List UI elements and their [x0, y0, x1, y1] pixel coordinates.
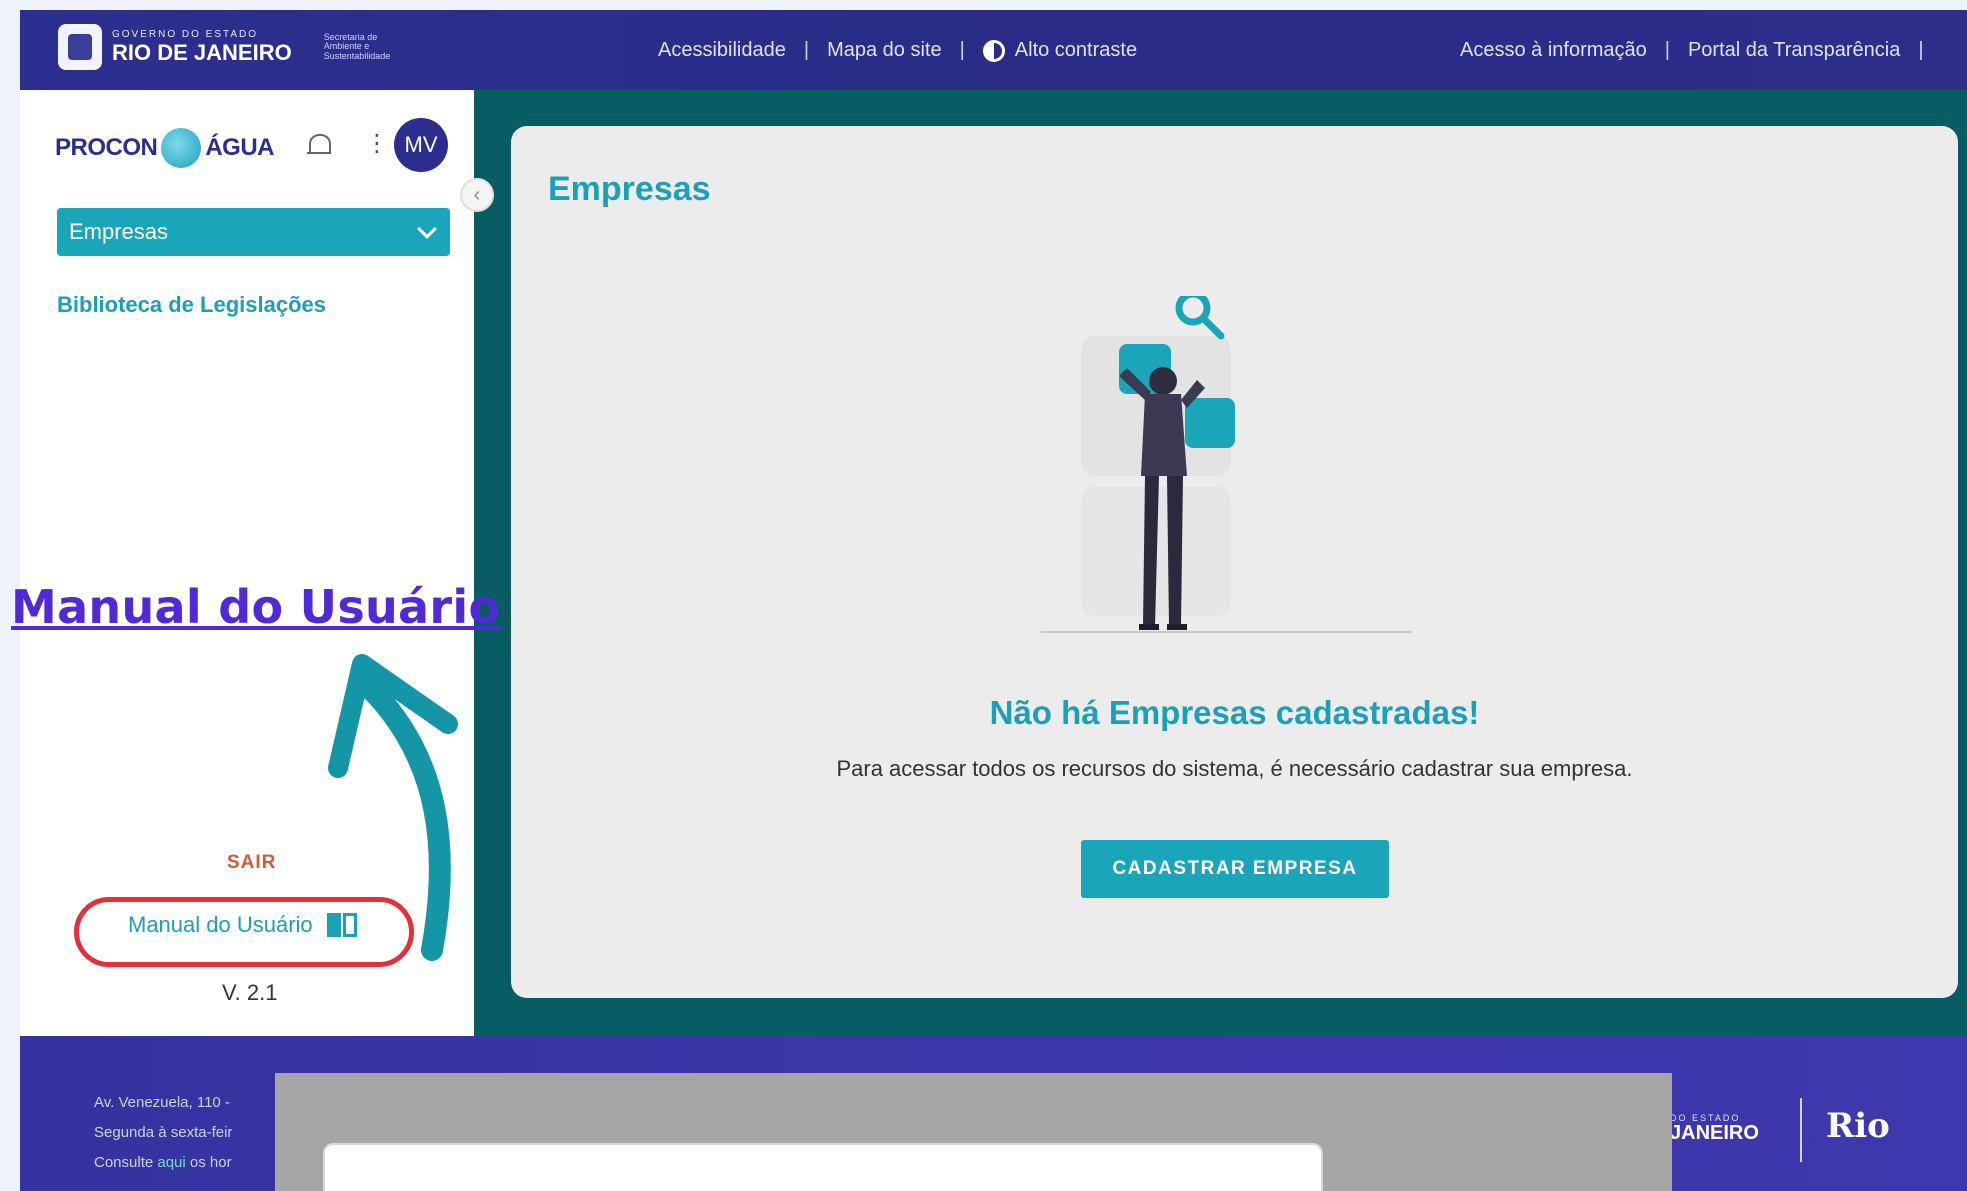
more-options-icon[interactable]: ⋮	[365, 132, 389, 156]
sidebar-item-label: Empresas	[69, 219, 169, 244]
logout-button[interactable]: SAIR	[227, 852, 276, 874]
floating-square-right	[1185, 398, 1235, 448]
brand-label-left: PROCON	[55, 134, 158, 161]
coat-of-arms-icon	[58, 24, 102, 70]
brand-label-right: ÁGUA	[205, 134, 275, 161]
high-contrast-label: Alto contraste	[1014, 39, 1138, 61]
divider: |	[803, 39, 810, 61]
footer-logo-big: JANEIRO	[1670, 1122, 1759, 1144]
accessibility-link[interactable]: Acessibilidade	[658, 39, 786, 62]
divider: |	[1918, 39, 1924, 61]
footer-line: Consulte aqui os hor	[94, 1148, 232, 1178]
government-label-big: RIO DE JANEIRO	[112, 39, 292, 65]
secretaria-label: Secretaria de Ambiente e Sustentabilidad…	[323, 31, 391, 61]
government-logo[interactable]: GOVERNO DO ESTADO RIO DE JANEIRO Secreta…	[58, 24, 414, 70]
footer-hours-link[interactable]: aqui	[157, 1154, 185, 1171]
main-content: Empresas Não há Empresas cadastradas! Pa…	[474, 90, 1967, 1036]
page-title: Empresas	[548, 170, 711, 208]
manual-annotation-link[interactable]: Manual do Usuário	[11, 580, 500, 634]
high-contrast-toggle[interactable]: Alto contraste	[982, 39, 1138, 62]
water-drop-icon	[161, 128, 202, 168]
procon-agua-logo[interactable]: PROCON ÁGUA	[55, 128, 275, 168]
empty-state-description: Para acessar todos os recursos do sistem…	[836, 756, 1633, 781]
footer-government-logo: DO ESTADO JANEIRO	[1670, 1114, 1759, 1144]
transparency-portal-link[interactable]: Portal da Transparência	[1688, 39, 1900, 62]
top-navigation-bar: GOVERNO DO ESTADO RIO DE JANEIRO Secreta…	[20, 10, 1967, 90]
contrast-icon	[982, 39, 1005, 62]
government-name: GOVERNO DO ESTADO RIO DE JANEIRO	[112, 30, 292, 64]
user-avatar[interactable]: MV	[394, 118, 448, 172]
footer-divider	[1800, 1098, 1802, 1162]
highlight-circle	[74, 897, 414, 967]
content-card: Empresas Não há Empresas cadastradas! Pa…	[511, 126, 1958, 998]
notifications-bell-icon[interactable]	[307, 132, 331, 158]
footer-text: Consulte	[94, 1154, 154, 1171]
rio-logo: Rio	[1826, 1106, 1890, 1146]
footer-line: Segunda à sexta-feir	[94, 1124, 233, 1141]
sidebar-item-empresas[interactable]: Empresas	[57, 208, 450, 256]
magnifier-handle	[1199, 314, 1225, 340]
accessibility-links: Acessibilidade | Mapa do site | Alto con…	[658, 39, 1137, 62]
sidebar-item-biblioteca[interactable]: Biblioteca de Legislações	[57, 292, 326, 318]
footer-text: os hor	[189, 1154, 232, 1171]
transparency-links: Acesso à informação | Portal da Transpar…	[1460, 39, 1924, 62]
app-version: V. 2.1	[222, 980, 278, 1005]
footer-line: Av. Venezuela, 110 -	[94, 1094, 230, 1111]
empty-state-illustration	[1041, 296, 1411, 633]
divider: |	[1664, 39, 1670, 61]
footer-address: Av. Venezuela, 110 - Segunda à sexta-fei…	[94, 1088, 232, 1178]
collapse-sidebar-button[interactable]: ‹	[460, 178, 494, 212]
register-company-button[interactable]: CADASTRAR EMPRESA	[1081, 840, 1389, 898]
chevron-down-icon	[417, 219, 437, 239]
empty-state-title: Não há Empresas cadastradas!	[989, 694, 1480, 731]
divider: |	[959, 39, 965, 61]
access-information-link[interactable]: Acesso à informação	[1460, 39, 1647, 62]
overlay-input-box	[323, 1143, 1323, 1191]
sitemap-link[interactable]: Mapa do site	[827, 39, 942, 62]
